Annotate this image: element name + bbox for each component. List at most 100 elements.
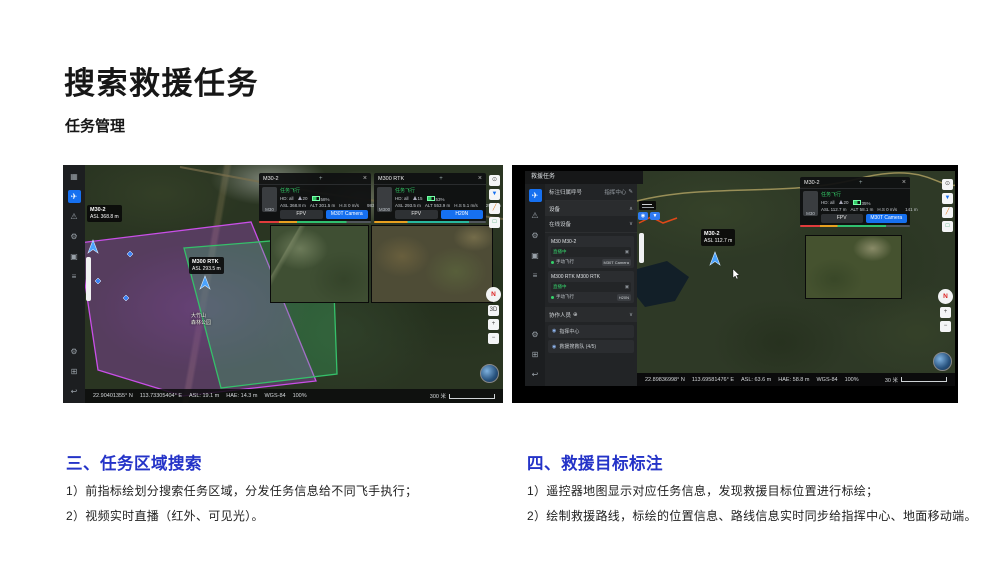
flight-mode: 手动飞行 <box>556 294 574 299</box>
drag-handle-icon[interactable]: + <box>319 176 323 182</box>
rail-icon-media[interactable]: ▣ <box>68 250 81 263</box>
zoom-slider[interactable] <box>86 257 91 301</box>
drone-name: M300 RTK <box>378 175 405 182</box>
rail-icon-exit[interactable]: ↩ <box>529 368 542 381</box>
close-icon[interactable]: × <box>902 179 906 186</box>
zoom-in-button[interactable]: + <box>488 319 499 330</box>
layers-icon[interactable]: □ <box>942 221 953 232</box>
scale-label: 30 米 <box>884 377 898 384</box>
device-thumbnail[interactable]: M30 <box>803 191 818 216</box>
rail-icon-alert[interactable]: ⚠ <box>529 209 542 222</box>
compass-icon[interactable]: N <box>938 289 953 304</box>
rail-icon-media[interactable]: ▣ <box>529 249 542 262</box>
fpv-button[interactable]: FPV <box>821 213 863 223</box>
device-card-m30[interactable]: M30 M30-2 直播中 ▣ 手动飞行 M30T Camera <box>548 236 634 268</box>
chevron-down-icon: ∨ <box>628 221 633 227</box>
fpv-button[interactable]: FPV <box>280 209 323 219</box>
hd-signal: HD: all <box>821 200 835 205</box>
pin-icon[interactable]: ▼ <box>489 189 500 200</box>
satellite-icon <box>838 200 843 204</box>
left-icon-rail: ✈ ⚠ ⚙ ▣ ≡ ⚙ ⊞ ↩ <box>525 184 545 386</box>
layers-icon[interactable]: □ <box>489 217 500 228</box>
page-subtitle: 任务管理 <box>65 118 126 135</box>
minimap-globe[interactable] <box>933 352 952 371</box>
hae-readout: HAE: 14.3 m <box>226 393 258 399</box>
caption-left: 三、任务区域搜索 1）前指标绘划分搜索任务区域，分发任务信息给不同飞手执行； 2… <box>66 450 506 532</box>
battery-readout: 100% <box>844 376 859 383</box>
device-thumbnail[interactable]: M300 <box>377 187 392 212</box>
online-devices-row[interactable]: 在线设备 ∨ <box>545 216 637 233</box>
distance-value: 141 m <box>905 207 918 212</box>
members-section-header[interactable]: 协作人员 ⊕ ∨ <box>545 307 637 322</box>
zoom-out-button[interactable]: − <box>940 321 951 332</box>
telemetry-panel-m30-2: M30-2 + × M30 任务飞行 HD: all 20 58% ASL 36… <box>259 173 380 222</box>
minimap-globe[interactable] <box>480 364 499 383</box>
live-status: 直播中 <box>553 248 567 254</box>
asl-value: ASL 368.8 m <box>280 203 306 208</box>
search-icon[interactable]: ⊙ <box>489 175 500 186</box>
rail-icon-exit[interactable]: ↩ <box>68 385 81 398</box>
camera-button[interactable]: M30T Camera <box>325 209 368 219</box>
camera-badge[interactable]: M30T Camera <box>601 258 631 266</box>
compass-icon[interactable]: N <box>486 287 501 302</box>
rail-icon-list[interactable]: ≡ <box>529 269 542 282</box>
drone-tooltip-m30-2: M30-2 ASL 112.7 m <box>701 229 736 247</box>
caption-right-line1: 1）遥控器地图显示对应任务信息，发现救援目标位置进行标绘； <box>527 484 879 498</box>
close-icon[interactable]: × <box>363 175 367 182</box>
zoom-out-button[interactable]: − <box>488 333 499 344</box>
rail-icon-list[interactable]: ≡ <box>68 270 81 283</box>
drone-tooltip-m30-2: M30-2 ASL 368.8 m <box>87 205 122 223</box>
rail-icon-drone-active[interactable]: ✈ <box>67 190 81 203</box>
rail-icon-alert[interactable]: ⚠ <box>68 210 81 223</box>
zoom-in-button[interactable]: + <box>940 307 951 318</box>
devices-section-header[interactable]: 设备 ∧ <box>545 201 637 216</box>
rail-icon-map[interactable]: ⊞ <box>529 348 542 361</box>
rail-icon-gear[interactable]: ⚙ <box>529 328 542 341</box>
person-marker-badge[interactable]: ◉ <box>638 212 648 220</box>
member-command-center[interactable]: ◉ 指挥中心 <box>548 324 634 338</box>
fpv-button[interactable]: FPV <box>395 209 438 219</box>
datum: WGS-84 <box>816 376 838 383</box>
online-dot-icon <box>551 260 554 264</box>
rail-icon-gear[interactable]: ⚙ <box>68 345 81 358</box>
chevron-down-icon: ∨ <box>628 311 633 318</box>
rail-icon-settings[interactable]: ⚙ <box>68 230 81 243</box>
screenshot-mission-area-search: 大竹山森林公园 ▦ ✈ ⚠ ⚙ ▣ ≡ ⚙ ⊞ ↩ M30-2 + × M30 <box>63 165 503 403</box>
latitude: 22.89836998° N <box>645 376 685 383</box>
stream-icon[interactable]: ▣ <box>625 284 629 290</box>
search-icon[interactable]: ⊙ <box>942 179 953 190</box>
edit-pencil-icon[interactable]: ✎ <box>628 189 633 195</box>
telemetry-panel-m30-2: M30-2 + × M30 任务飞行 HD: all 20 35% ASL 11… <box>800 177 918 226</box>
device-thumbnail[interactable]: M30 <box>262 187 277 212</box>
battery-icon <box>852 199 861 205</box>
camera-badge[interactable]: H20N <box>616 293 631 301</box>
cursor-arrow <box>732 268 740 280</box>
rail-icon-map[interactable]: ⊞ <box>68 365 81 378</box>
video-feed-window[interactable] <box>805 235 902 299</box>
rail-icon-drone-active[interactable]: ✈ <box>528 189 542 202</box>
rail-icon-settings[interactable]: ⚙ <box>529 229 542 242</box>
pin-marker-badge[interactable]: ▼ <box>650 212 660 220</box>
pin-icon[interactable]: ▼ <box>942 193 953 204</box>
camera-button[interactable]: H20N <box>440 209 483 219</box>
camera-button[interactable]: M30T Camera <box>865 213 907 223</box>
device-card-m300[interactable]: M300 RTK M300 RTK 直播中 ▣ 手动飞行 H20N <box>548 271 634 303</box>
close-icon[interactable]: × <box>478 175 482 182</box>
online-dot-icon <box>551 295 554 299</box>
ruler-icon[interactable]: ╱ <box>942 207 953 218</box>
zoom-slider[interactable] <box>639 233 644 263</box>
3d-toggle[interactable]: 3D <box>488 305 499 316</box>
window-title: 救援任务 <box>525 171 643 184</box>
video-feed-second-drone[interactable] <box>371 225 493 303</box>
member-rescue-team[interactable]: ◉ 救援搜救队 (4/5) <box>548 340 634 353</box>
left-icon-rail: ▦ ✈ ⚠ ⚙ ▣ ≡ ⚙ ⊞ ↩ <box>63 165 85 403</box>
chevron-up-icon: ∧ <box>628 205 633 212</box>
drag-handle-icon[interactable]: + <box>439 176 443 182</box>
video-feed-visible-light[interactable] <box>270 225 369 303</box>
stream-icon[interactable]: ▣ <box>625 249 629 255</box>
hspeed-value: H.S 0 m/s <box>339 203 359 208</box>
add-member-icon[interactable]: ⊕ <box>573 312 578 318</box>
drag-handle-icon[interactable]: + <box>859 180 863 186</box>
rail-icon-grid[interactable]: ▦ <box>68 170 81 183</box>
ruler-icon[interactable]: ╱ <box>489 203 500 214</box>
